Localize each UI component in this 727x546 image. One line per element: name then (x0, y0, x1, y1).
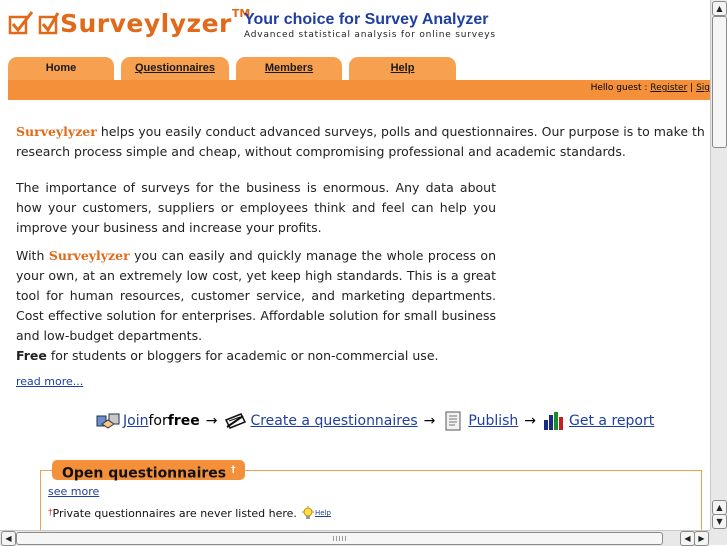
tab-members[interactable]: Members (236, 57, 342, 81)
steps-row: Join for free → Create a questionnaires … (96, 408, 654, 434)
free-label: Free (16, 348, 47, 363)
handshake-icon (96, 413, 120, 429)
tab-home[interactable]: Home (8, 57, 114, 81)
scroll-up-icon[interactable]: ▲ (712, 1, 727, 16)
scrollbar-corner (710, 530, 727, 545)
register-link[interactable]: Register (650, 83, 687, 93)
intro-text-line2: research process simple and cheap, witho… (16, 144, 626, 159)
pencil-icon (225, 413, 247, 429)
vertical-scrollbar[interactable]: ▲ ▲ ▼ (710, 0, 727, 530)
checkbox-logo-icon-2 (38, 12, 60, 35)
tagline-subtitle: Advanced statistical analysis for online… (244, 30, 496, 40)
dagger-mark: † (230, 465, 236, 475)
brand-name-inline: Surveylyzer (48, 248, 130, 263)
separator: | (687, 83, 697, 93)
nav-bar: Hello guest : Register | Sig (8, 80, 710, 100)
publish-link[interactable]: Publish (468, 413, 518, 429)
create-questionnaire-link[interactable]: Create a questionnaires (250, 413, 417, 429)
tagline: Your choice for Survey Analyzer Advanced… (244, 11, 496, 40)
checkbox-logo-icon (8, 11, 34, 35)
intro-content: Surveylyzer helps you easily conduct adv… (16, 122, 710, 363)
join-link[interactable]: Join (123, 413, 148, 429)
importance-paragraph: The importance of surveys for the busine… (16, 180, 496, 235)
help-link[interactable]: Help (315, 509, 331, 517)
greeting-text: Hello guest : (590, 83, 651, 93)
arrow-3: → (524, 413, 537, 429)
scroll-left-icon[interactable]: ◀ (1, 531, 16, 546)
horizontal-scrollbar[interactable]: ◀ ◀ ▶ (0, 530, 710, 546)
user-greeting: Hello guest : Register | Sig (591, 83, 710, 93)
bar-chart-icon (544, 412, 564, 430)
open-questionnaires-title: Open questionnaires † (52, 460, 246, 482)
read-more-link[interactable]: read more... (16, 375, 83, 388)
free-text-bold: free (167, 413, 200, 429)
arrow-2: → (423, 413, 436, 429)
private-note: † Private questionnaires are never liste… (48, 506, 331, 520)
features-text-start: With (16, 248, 49, 263)
scroll-right-icon[interactable]: ▶ (694, 531, 709, 546)
open-questionnaires-label: Open questionnaires (62, 465, 227, 482)
scroll-down-icon[interactable]: ▼ (712, 514, 727, 529)
read-more: read more... (16, 375, 83, 388)
see-more: see more (48, 485, 99, 498)
get-report-link[interactable]: Get a report (569, 413, 654, 429)
intro-text: helps you easily conduct advanced survey… (96, 124, 705, 139)
scroll-grip (332, 536, 347, 541)
features-paragraph: With Surveylyzer you can easily and quic… (16, 246, 496, 366)
intro-paragraph: Surveylyzer helps you easily conduct adv… (16, 122, 710, 162)
document-icon (445, 411, 461, 431)
tab-questionnaires[interactable]: Questionnaires (121, 57, 229, 81)
sign-in-link[interactable]: Sig (696, 83, 710, 93)
scroll-up-lower-icon[interactable]: ▲ (712, 500, 727, 515)
logo-text: Surveylyzer (60, 8, 232, 38)
private-note-text: Private questionnaires are never listed … (52, 506, 297, 520)
logo[interactable]: Surveylyzer TM (8, 6, 250, 40)
brand-name: Surveylyzer (16, 124, 97, 139)
arrow-1: → (205, 413, 218, 429)
scroll-left-lower-icon[interactable]: ◀ (680, 531, 695, 546)
see-more-link[interactable]: see more (48, 485, 99, 498)
for-text: for (148, 413, 168, 429)
free-text: for students or bloggers for academic or… (46, 348, 439, 363)
tagline-title: Your choice for Survey Analyzer (244, 11, 489, 28)
page-viewport: Surveylyzer TM Your choice for Survey An… (0, 0, 710, 530)
tab-help[interactable]: Help (349, 57, 456, 81)
vertical-scroll-thumb[interactable] (712, 16, 727, 148)
lightbulb-icon (301, 506, 314, 519)
horizontal-scroll-thumb[interactable] (16, 532, 663, 545)
